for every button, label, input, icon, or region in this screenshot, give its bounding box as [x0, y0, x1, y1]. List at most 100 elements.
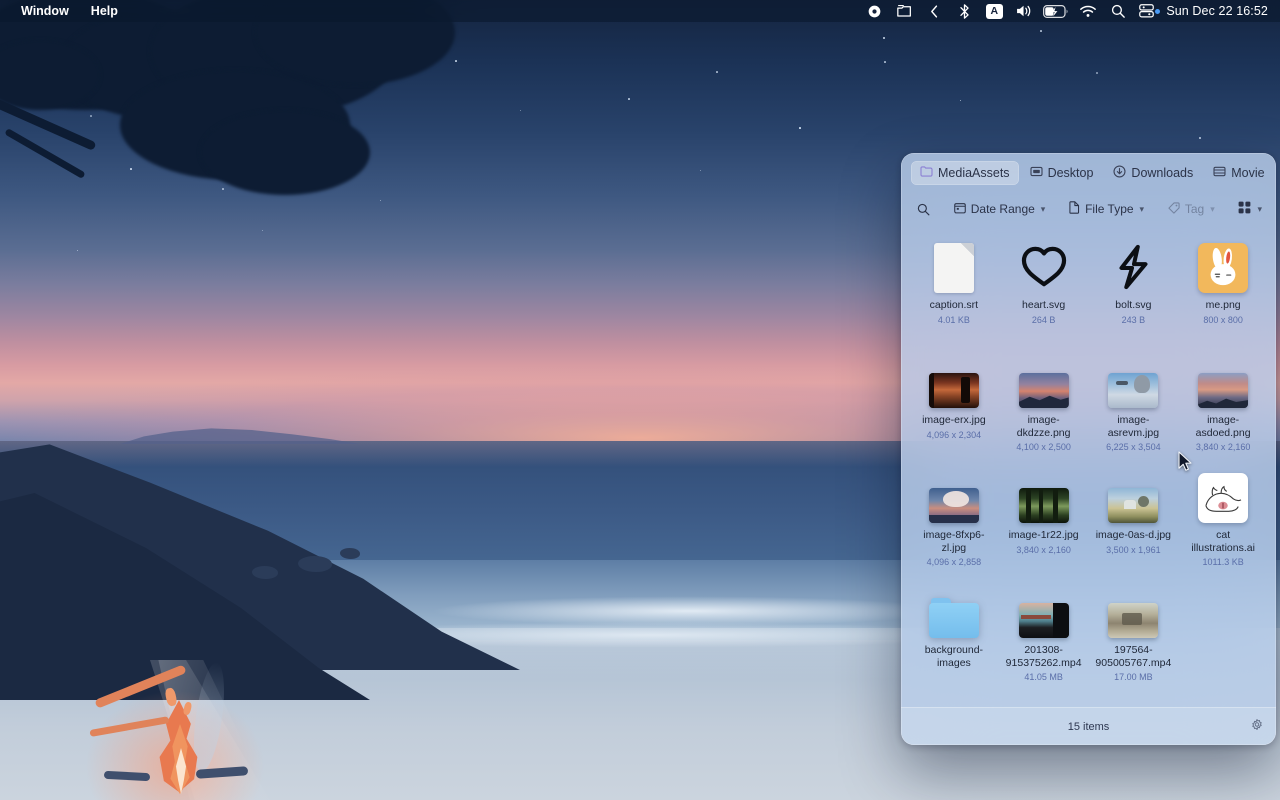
bolt-icon [1107, 241, 1159, 293]
tag-filter[interactable]: Tag ▾ [1162, 199, 1221, 220]
file-item[interactable]: 197564-905005767.mp4 17.00 MB [1089, 576, 1179, 691]
file-meta: 6,225 x 3,504 [1106, 441, 1161, 453]
wallpaper-tree-canopy [200, 110, 370, 195]
record-icon[interactable] [859, 0, 889, 22]
document-icon [934, 243, 974, 293]
gear-icon[interactable] [1250, 718, 1264, 735]
view-mode-button[interactable]: ▾ [1232, 198, 1262, 220]
file-item[interactable]: cat illustrations.ai 1011.3 KB [1178, 461, 1268, 576]
file-thumbnail [929, 467, 979, 523]
file-meta: 1011.3 KB [1202, 556, 1243, 568]
chevron-down-icon: ▾ [1140, 204, 1145, 215]
file-name: image-8fxp6-zl.jpg [915, 529, 993, 554]
file-type-filter[interactable]: File Type ▾ [1063, 198, 1150, 220]
file-item[interactable]: bolt.svg 243 B [1089, 231, 1179, 346]
file-item[interactable]: 201308-915375262.mp4 41.05 MB [999, 576, 1089, 691]
tab-label: Desktop [1048, 167, 1094, 180]
chevron-left-icon[interactable] [919, 0, 949, 22]
photo-thumbnail [1198, 373, 1248, 408]
photo-thumbnail [929, 488, 979, 523]
file-item[interactable]: image-asrevm.jpg 6,225 x 3,504 [1089, 346, 1179, 461]
download-icon [1113, 165, 1126, 181]
file-thumbnail [934, 237, 974, 293]
menu-bar: Window Help A Sun Dec 22 16:52 [0, 0, 1280, 22]
file-thumbnail [1198, 237, 1248, 293]
date-range-filter[interactable]: Date Range ▾ [948, 199, 1052, 220]
file-item[interactable]: background-images [909, 576, 999, 691]
heart-icon [1018, 241, 1070, 293]
tab-downloads[interactable]: Downloads [1104, 161, 1202, 185]
file-thumbnail [1107, 237, 1159, 293]
tab-movie[interactable]: Movie [1204, 161, 1273, 185]
file-meta: 4,100 x 2,500 [1016, 441, 1071, 453]
photo-thumbnail [929, 373, 979, 408]
file-thumbnail [1019, 467, 1069, 523]
rabbit-avatar-icon [1198, 243, 1248, 293]
file-meta: 3,840 x 2,160 [1016, 544, 1071, 556]
file-name: image-asrevm.jpg [1094, 414, 1172, 439]
file-type-label: File Type [1085, 202, 1133, 216]
file-meta: 3,840 x 2,160 [1196, 441, 1251, 453]
input-source-label: A [986, 4, 1003, 19]
menu-bar-left: Window Help [0, 1, 129, 21]
wifi-icon[interactable] [1073, 0, 1103, 22]
tag-icon [1168, 202, 1180, 217]
file-item[interactable]: caption.srt 4.01 KB [909, 231, 999, 346]
search-icon[interactable] [1103, 0, 1133, 22]
file-name: image-1r22.jpg [1009, 529, 1079, 542]
screenshot-icon[interactable] [889, 0, 919, 22]
input-source-badge[interactable]: A [979, 0, 1009, 22]
file-item[interactable]: image-1r22.jpg 3,840 x 2,160 [999, 461, 1089, 576]
tab-bar: MediaAssets Desktop Downloads Movie [901, 153, 1276, 193]
file-item[interactable]: image-0as-d.jpg 3,500 x 1,961 [1089, 461, 1179, 576]
file-thumbnail [1108, 467, 1158, 523]
bluetooth-icon[interactable] [949, 0, 979, 22]
file-meta: 243 B [1122, 314, 1146, 326]
file-name: heart.svg [1022, 299, 1065, 312]
file-name: caption.srt [930, 299, 978, 312]
file-meta: 41.05 MB [1024, 671, 1063, 683]
cat-illustration-icon [1198, 473, 1248, 523]
file-item[interactable]: me.png 800 x 800 [1178, 231, 1268, 346]
chevron-down-icon: ▾ [1257, 204, 1262, 215]
file-thumbnail [1019, 352, 1069, 408]
tab-desktop[interactable]: Desktop [1021, 161, 1103, 185]
file-item[interactable]: heart.svg 264 B [999, 231, 1089, 346]
file-meta: 3,500 x 1,961 [1106, 544, 1161, 556]
tab-label: MediaAssets [938, 167, 1010, 180]
document-icon [1069, 201, 1080, 217]
file-item[interactable]: image-8fxp6-zl.jpg 4,096 x 2,858 [909, 461, 999, 576]
menu-item-window[interactable]: Window [10, 1, 80, 21]
file-name: image-asdoed.png [1184, 414, 1262, 439]
folder-icon [920, 166, 933, 180]
volume-icon[interactable] [1009, 0, 1039, 22]
tab-mediaassets[interactable]: MediaAssets [911, 161, 1019, 185]
file-name: 201308-915375262.mp4 [1005, 644, 1083, 669]
file-meta: 4,096 x 2,304 [927, 429, 982, 441]
file-item[interactable]: image-asdoed.png 3,840 x 2,160 [1178, 346, 1268, 461]
menu-bar-status-items: A Sun Dec 22 16:52 [859, 0, 1280, 22]
file-meta: 17.00 MB [1114, 671, 1153, 683]
file-thumbnail [1198, 352, 1248, 408]
file-thumbnail [1198, 467, 1248, 523]
photo-thumbnail [1019, 488, 1069, 523]
file-thumbnail [1108, 582, 1158, 638]
file-name: me.png [1206, 299, 1241, 312]
battery-charging-icon[interactable] [1039, 0, 1073, 22]
menu-item-help[interactable]: Help [80, 1, 129, 21]
file-name: bolt.svg [1115, 299, 1151, 312]
menu-bar-clock[interactable]: Sun Dec 22 16:52 [1160, 4, 1270, 18]
file-name: image-erx.jpg [922, 414, 986, 427]
tab-label: Downloads [1131, 167, 1193, 180]
file-name: cat illustrations.ai [1184, 529, 1262, 554]
file-item[interactable]: image-erx.jpg 4,096 x 2,304 [909, 346, 999, 461]
desktop-icon [1030, 166, 1043, 180]
file-meta: 4.01 KB [938, 314, 970, 326]
file-thumbnail [929, 582, 979, 638]
chevron-down-icon: ▾ [1210, 204, 1215, 215]
search-button[interactable] [915, 200, 936, 219]
filter-toolbar: Date Range ▾ File Type ▾ Tag ▾ ▾ [901, 193, 1276, 225]
file-item[interactable]: image-dkdzze.png 4,100 x 2,500 [999, 346, 1089, 461]
file-manager-window: MediaAssets Desktop Downloads Movie Date… [901, 153, 1276, 745]
photo-thumbnail [1108, 488, 1158, 523]
